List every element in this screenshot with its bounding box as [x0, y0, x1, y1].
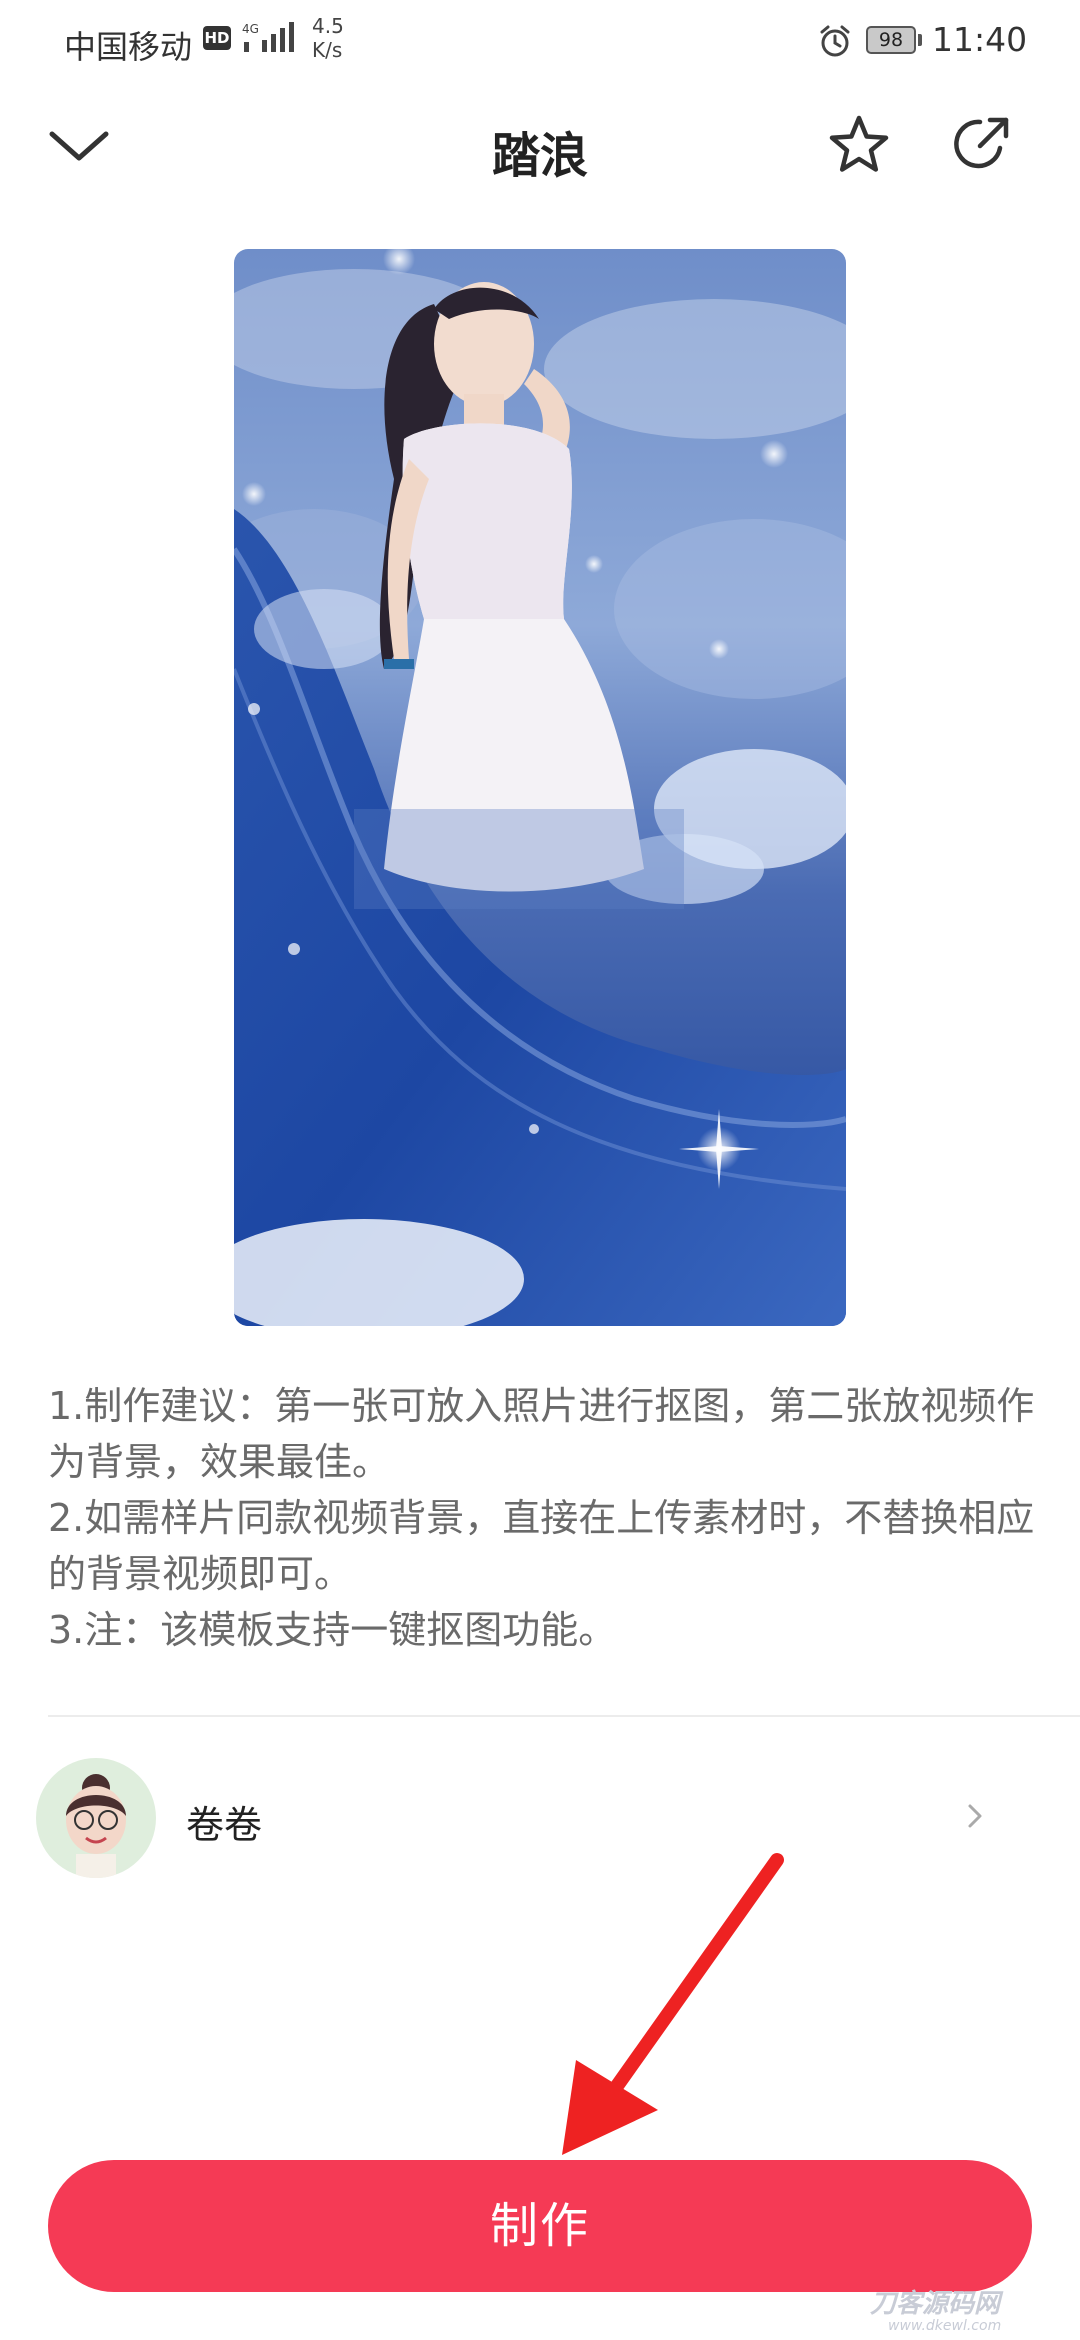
alarm-icon: [820, 25, 850, 57]
chevron-down-icon[interactable]: [44, 116, 114, 176]
page-title: 踏浪: [491, 128, 588, 184]
make-button[interactable]: 制作: [48, 2160, 1032, 2292]
annotation-arrow: [562, 1853, 784, 2155]
star-icon[interactable]: [826, 112, 892, 178]
svg-text:刀客源码网: 刀客源码网: [870, 2289, 1004, 2319]
header-bar: 踏浪: [0, 96, 1080, 196]
network-speed: 4.5 K/s: [312, 14, 344, 62]
preview-illustration: [234, 249, 846, 1326]
share-icon[interactable]: [950, 110, 1016, 176]
avatar-image: [36, 1758, 156, 1878]
status-bar: 中国移动 HD 4G 4.5 K/s 98 11:40: [0, 0, 1080, 80]
description-line: 3.注：该模板支持一键抠图功能。: [48, 1608, 617, 1652]
network-type-label: 4G: [242, 22, 259, 36]
description-line: 2.如需样片同款视频背景，直接在上传素材时，不替换相应的背景视频即可。: [48, 1496, 1035, 1596]
divider: [48, 1715, 1080, 1717]
template-description: 1.制作建议：第一张可放入照片进行抠图，第二张放视频作为背景，效果最佳。 2.如…: [48, 1378, 1038, 1658]
chevron-right-icon[interactable]: [960, 1796, 990, 1836]
avatar[interactable]: [36, 1758, 156, 1878]
battery-tip: [918, 34, 922, 46]
speed-value: 4.5: [312, 14, 344, 38]
author-name[interactable]: 卷卷: [186, 1794, 262, 1849]
svg-text:www.dkewl.com: www.dkewl.com: [888, 2318, 1001, 2334]
hd-badge: HD: [203, 26, 231, 50]
carrier-label: 中国移动: [64, 28, 193, 66]
watermark-logo: 刀客源码网 www.dkewl.com: [870, 2289, 1004, 2334]
speed-unit: K/s: [312, 38, 343, 62]
clock: 11:40: [932, 20, 1028, 59]
template-preview-image[interactable]: [234, 249, 846, 1326]
description-line: 1.制作建议：第一张可放入照片进行抠图，第二张放视频作为背景，效果最佳。: [48, 1384, 1035, 1484]
signal-icon: 4G: [242, 22, 294, 52]
battery-icon: 98: [866, 26, 916, 54]
